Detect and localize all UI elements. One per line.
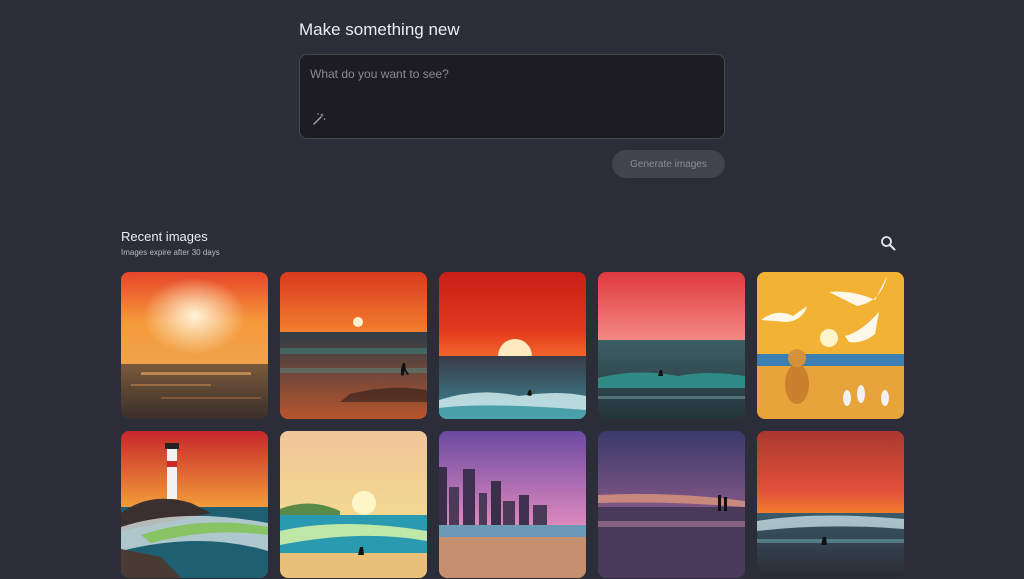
image-thumbnail-city-beach[interactable] bbox=[439, 431, 586, 578]
image-thumbnail-sunset-sea[interactable] bbox=[121, 272, 268, 419]
search-icon[interactable] bbox=[880, 235, 896, 251]
generate-images-button[interactable]: Generate images bbox=[612, 150, 725, 178]
image-thumbnail-lighthouse[interactable] bbox=[121, 431, 268, 578]
magic-wand-icon[interactable] bbox=[312, 112, 326, 126]
prompt-input[interactable] bbox=[310, 67, 710, 107]
recent-images-grid bbox=[121, 272, 904, 578]
image-thumbnail-watercolor-surfer[interactable] bbox=[280, 431, 427, 578]
page-title: Make something new bbox=[299, 20, 460, 39]
image-thumbnail-red-sun-surf[interactable] bbox=[439, 272, 586, 419]
image-thumbnail-dog-seagulls[interactable] bbox=[757, 272, 904, 419]
image-thumbnail-surfer-sunset[interactable] bbox=[280, 272, 427, 419]
expiry-notice: Images expire after 30 days bbox=[121, 248, 220, 257]
image-thumbnail-dusk-beach[interactable] bbox=[598, 431, 745, 578]
image-thumbnail-pink-sky-wave[interactable] bbox=[598, 272, 745, 419]
image-thumbnail-red-sky-surfer[interactable] bbox=[757, 431, 904, 578]
recent-images-heading: Recent images bbox=[121, 229, 208, 244]
prompt-box[interactable] bbox=[299, 54, 725, 139]
